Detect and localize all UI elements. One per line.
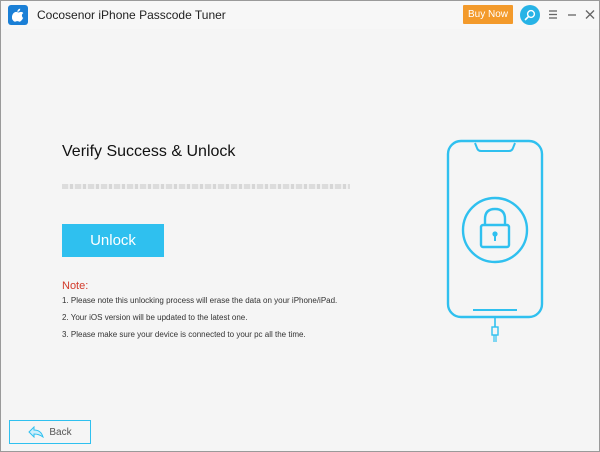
hamburger-menu-icon[interactable] bbox=[546, 6, 560, 22]
phone-with-lock-icon bbox=[437, 139, 555, 345]
note-title: Note: bbox=[62, 280, 89, 292]
apple-logo-icon bbox=[8, 5, 28, 25]
back-label: Back bbox=[49, 426, 72, 438]
back-arrow-icon bbox=[28, 426, 45, 438]
note-item: 1. Please note this unlocking process wi… bbox=[62, 296, 338, 305]
search-icon[interactable] bbox=[520, 5, 540, 25]
note-list: 1. Please note this unlocking process wi… bbox=[62, 296, 337, 347]
close-icon[interactable] bbox=[584, 6, 596, 22]
unlock-button[interactable]: Unlock bbox=[62, 224, 164, 257]
minimize-icon[interactable] bbox=[566, 6, 578, 22]
buy-now-button[interactable]: Buy Now bbox=[463, 5, 513, 24]
note-item: 2. Your iOS version will be updated to t… bbox=[62, 313, 248, 322]
app-window: Cocosenor iPhone Passcode Tuner Buy Now bbox=[0, 0, 600, 452]
app-title: Cocosenor iPhone Passcode Tuner bbox=[37, 8, 226, 22]
title-bar: Cocosenor iPhone Passcode Tuner Buy Now bbox=[1, 1, 599, 29]
progress-bar bbox=[62, 184, 350, 189]
back-button[interactable]: Back bbox=[9, 420, 91, 444]
note-item: 3. Please make sure your device is conne… bbox=[62, 330, 306, 339]
page-title: Verify Success & Unlock bbox=[62, 143, 236, 160]
